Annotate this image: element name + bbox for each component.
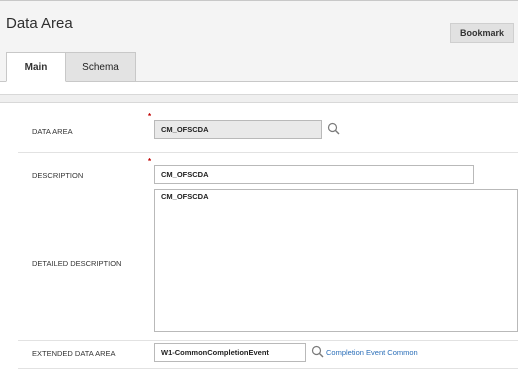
extended-data-area-field[interactable]: W1-CommonCompletionEvent — [154, 343, 306, 362]
bookmark-button[interactable]: Bookmark — [450, 23, 514, 43]
extended-data-area-label: EXTENDED DATA AREA — [32, 349, 116, 358]
page: Data Area Bookmark Main Schema DATA AREA… — [0, 0, 518, 377]
search-icon[interactable] — [327, 122, 340, 135]
description-field[interactable]: CM_OFSCDA — [154, 165, 474, 184]
required-marker: * — [148, 157, 152, 166]
main-content: DATA AREA * CM_OFSCDA DESCRIPTION * CM_O… — [0, 82, 518, 377]
detailed-description-label: DETAILED DESCRIPTION — [32, 259, 122, 268]
page-title: Data Area — [6, 15, 73, 32]
section-bar — [0, 94, 518, 103]
tab-bar: Main Schema — [0, 46, 518, 82]
data-area-label: DATA AREA — [32, 127, 73, 136]
detailed-description-textarea[interactable]: CM_OFSCDA — [154, 189, 518, 332]
row-divider — [18, 368, 518, 369]
tab-main[interactable]: Main — [6, 52, 66, 82]
tab-schema[interactable]: Schema — [66, 52, 136, 82]
search-icon[interactable] — [311, 345, 324, 358]
completion-event-link[interactable]: Completion Event Common — [326, 348, 418, 357]
row-divider — [18, 340, 518, 341]
page-header: Data Area Bookmark — [0, 1, 518, 46]
row-divider — [18, 152, 518, 153]
data-area-field[interactable]: CM_OFSCDA — [154, 120, 322, 139]
required-marker: * — [148, 112, 152, 121]
description-label: DESCRIPTION — [32, 171, 84, 180]
